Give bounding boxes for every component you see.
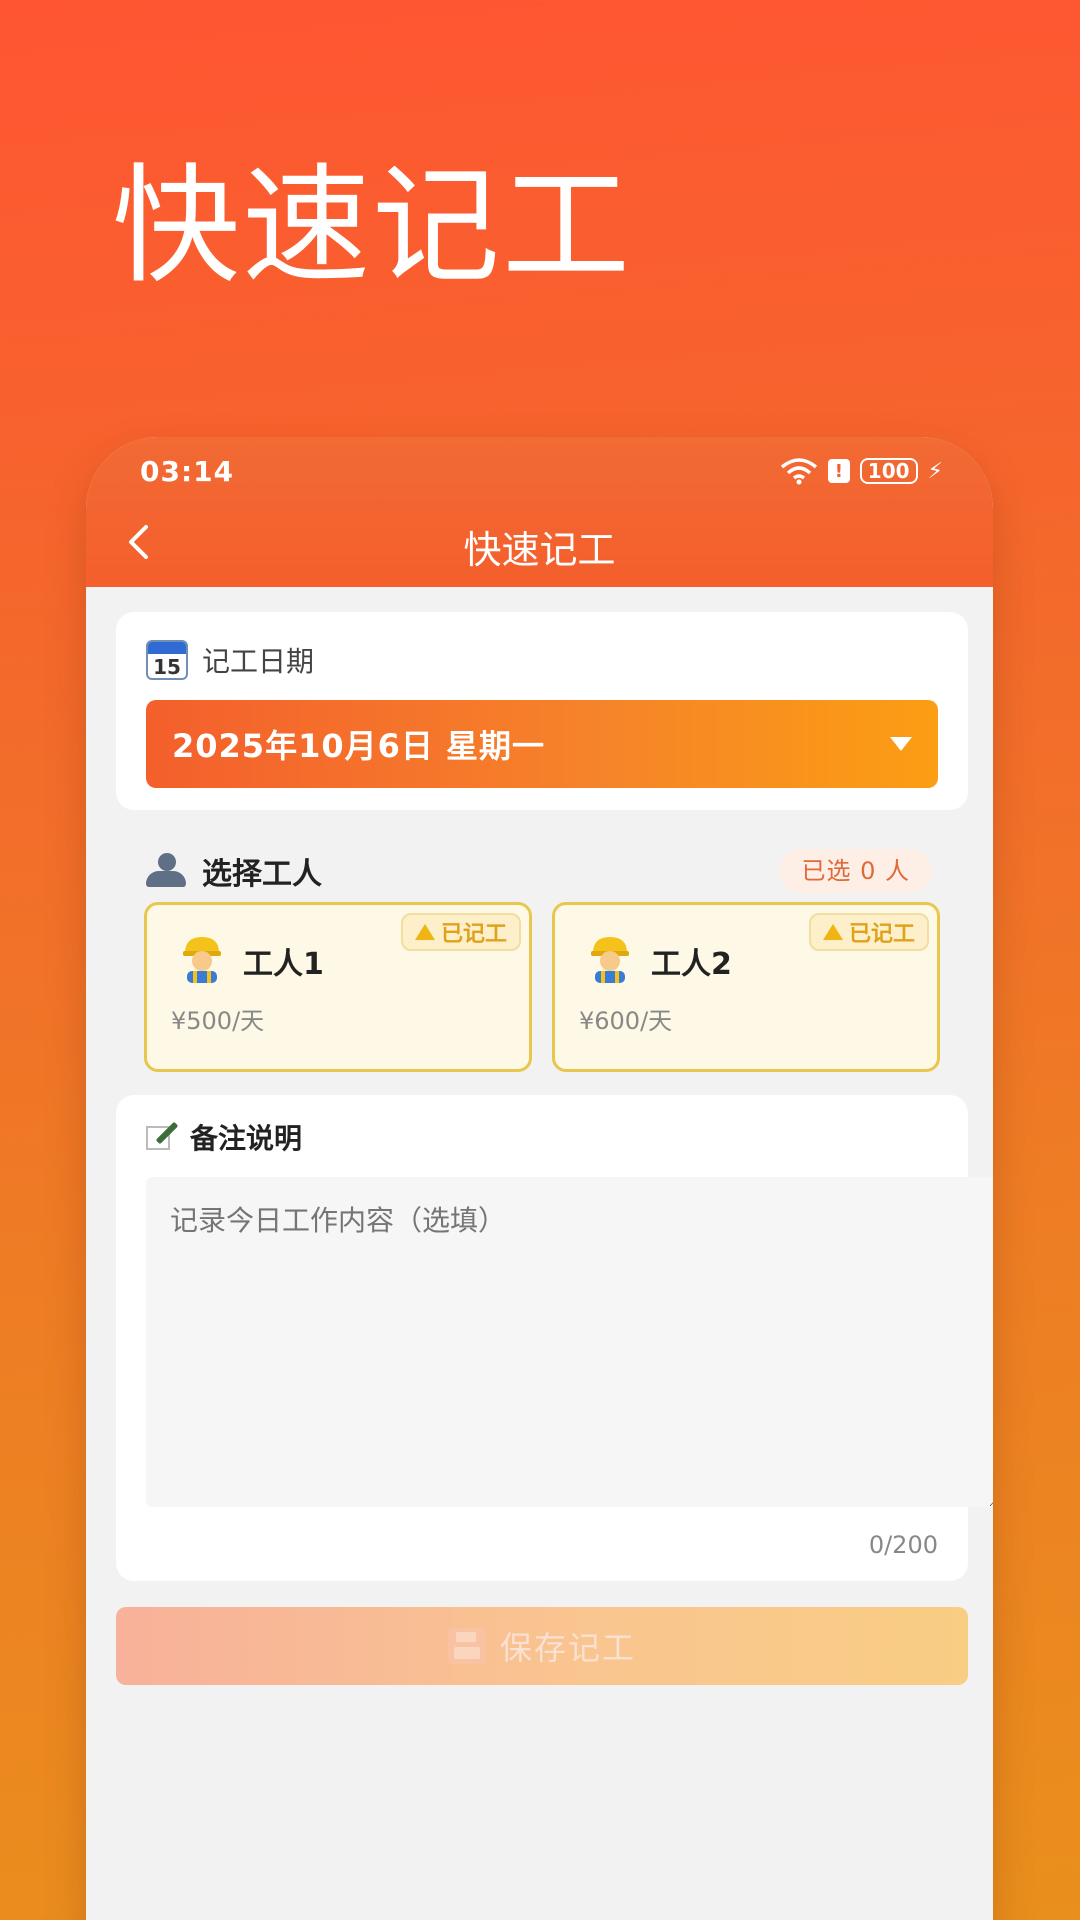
alert-icon: ! xyxy=(827,459,850,483)
wifi-icon xyxy=(780,458,817,485)
notes-input[interactable] xyxy=(146,1177,993,1507)
date-label-text: 记工日期 xyxy=(202,645,315,678)
battery-indicator: 100 xyxy=(859,458,918,484)
selected-date: 2025年10月6日 星期一 xyxy=(172,727,546,765)
warning-icon xyxy=(414,924,435,940)
construction-worker-icon xyxy=(183,937,221,983)
save-button[interactable]: 保存记工 xyxy=(116,1607,968,1685)
status-icons: ! 100 ⚡ xyxy=(780,457,943,485)
warning-icon xyxy=(822,924,843,940)
worker-card[interactable]: 工人1 ¥500/天 已记工 xyxy=(144,902,532,1072)
status-time: 03:14 xyxy=(140,455,235,488)
phone-screen: 03:14 ! 100 ⚡ 快速记工 15 记工日期 2025年10月6日 星期… xyxy=(86,437,993,1920)
worker-rate: ¥500/天 xyxy=(171,1007,265,1035)
recorded-badge: 已记工 xyxy=(400,913,521,951)
worker-rate: ¥600/天 xyxy=(579,1007,673,1035)
recorded-badge: 已记工 xyxy=(808,913,929,951)
person-icon xyxy=(144,853,188,889)
charging-icon: ⚡ xyxy=(927,458,943,484)
worker-name: 工人1 xyxy=(243,947,324,982)
floppy-disk-icon xyxy=(447,1628,486,1664)
date-picker[interactable]: 2025年10月6日 星期一 xyxy=(146,700,938,788)
worker-section-title: 选择工人 xyxy=(202,857,322,892)
worker-name: 工人2 xyxy=(651,947,732,982)
calendar-icon: 15 xyxy=(146,640,188,680)
save-button-label: 保存记工 xyxy=(499,1629,636,1667)
page-title: 快速记工 xyxy=(463,528,616,572)
notes-card: 备注说明 0/200 xyxy=(116,1095,993,1581)
date-card: 15 记工日期 2025年10月6日 星期一 xyxy=(116,612,968,810)
app-header: 03:14 ! 100 ⚡ 快速记工 xyxy=(86,437,993,587)
selected-count-badge: 已选 0 人 xyxy=(779,849,932,893)
notes-section-title: 备注说明 xyxy=(190,1122,303,1155)
worker-section-header: 选择工人 已选 0 人 xyxy=(116,841,968,901)
date-section-label: 15 记工日期 xyxy=(146,640,314,680)
character-count: 0/200 xyxy=(868,1531,938,1559)
hero-title: 快速记工 xyxy=(112,152,633,301)
construction-worker-icon xyxy=(591,937,629,983)
worker-card[interactable]: 工人2 ¥600/天 已记工 xyxy=(552,902,940,1072)
dropdown-arrow-icon xyxy=(890,737,912,751)
memo-icon xyxy=(146,1121,179,1152)
